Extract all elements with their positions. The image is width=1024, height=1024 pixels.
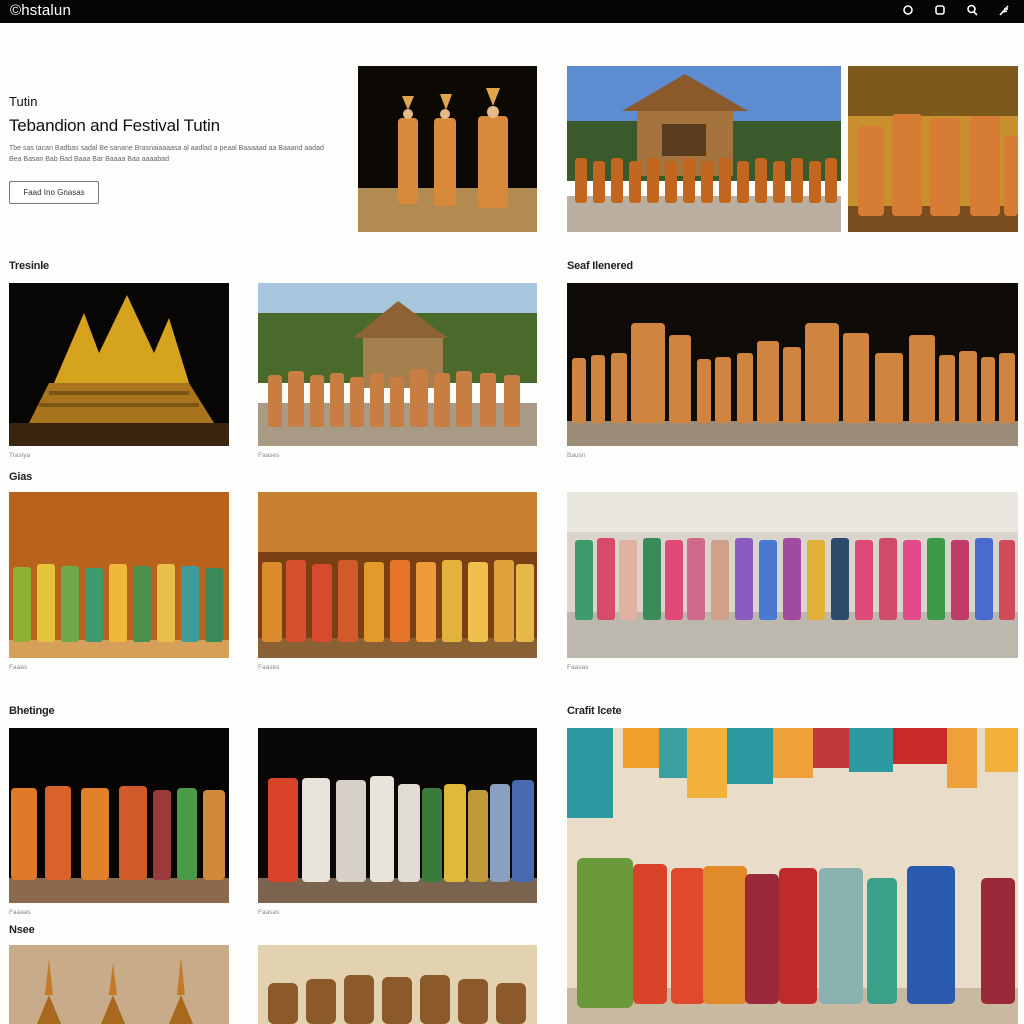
hero-image-procession[interactable]	[848, 66, 1018, 232]
top-bar: ©hstalun	[0, 0, 1024, 23]
search-icon[interactable]	[966, 3, 978, 17]
caption-3: Bausn	[567, 452, 586, 459]
hero-description: Tbe sas tacan Badbas sadal Be sanane Bra…	[9, 145, 324, 163]
caption-7: Faaaas	[9, 909, 31, 916]
section-title-seaf: Seaf Ilenered	[567, 260, 633, 272]
top-icons	[902, 3, 1010, 17]
hero-image-temple[interactable]	[567, 66, 841, 232]
caption-1: Trasiya	[9, 452, 31, 459]
caption-2: Faases	[258, 452, 280, 459]
feather-icon[interactable]	[998, 3, 1010, 17]
caption-6: Faasas	[567, 664, 589, 671]
image-craft-fabrics[interactable]	[567, 728, 1018, 1024]
hero-eyebrow: Tutin	[9, 94, 38, 109]
image-temple-crowd[interactable]	[258, 283, 537, 446]
section-title-bhetinge: Bhetinge	[9, 705, 55, 717]
square-icon[interactable]	[934, 3, 946, 17]
image-robes-curtain[interactable]	[258, 492, 537, 658]
hero-cta-button[interactable]: Faad Ino Gnasas	[9, 181, 99, 204]
image-white-robes[interactable]	[258, 728, 537, 903]
image-monk-gathering[interactable]	[567, 283, 1018, 446]
hero-image-figures[interactable]	[358, 66, 537, 232]
caption-8: Faasas	[258, 909, 280, 916]
section-title-crafit: Crafit lcete	[567, 705, 622, 717]
image-courtyard-crowd[interactable]	[567, 492, 1018, 658]
section-title-gias: Gias	[9, 471, 33, 483]
image-orange-monks[interactable]	[9, 728, 229, 903]
image-cone-hats[interactable]	[9, 945, 229, 1024]
image-golden-pagoda[interactable]	[9, 283, 229, 446]
circle-icon[interactable]	[902, 3, 914, 17]
section-title-nsee: Nsee	[9, 924, 35, 936]
hero-title: Tebandion and Festival Tutin	[9, 116, 220, 135]
brand-logo[interactable]: ©hstalun	[10, 2, 71, 19]
caption-4: Faaas	[9, 664, 28, 671]
image-hooded-figures[interactable]	[258, 945, 537, 1024]
image-colorful-robes-stage[interactable]	[9, 492, 229, 658]
section-title-tresinle: Tresinle	[9, 260, 49, 272]
caption-5: Faases	[258, 664, 280, 671]
